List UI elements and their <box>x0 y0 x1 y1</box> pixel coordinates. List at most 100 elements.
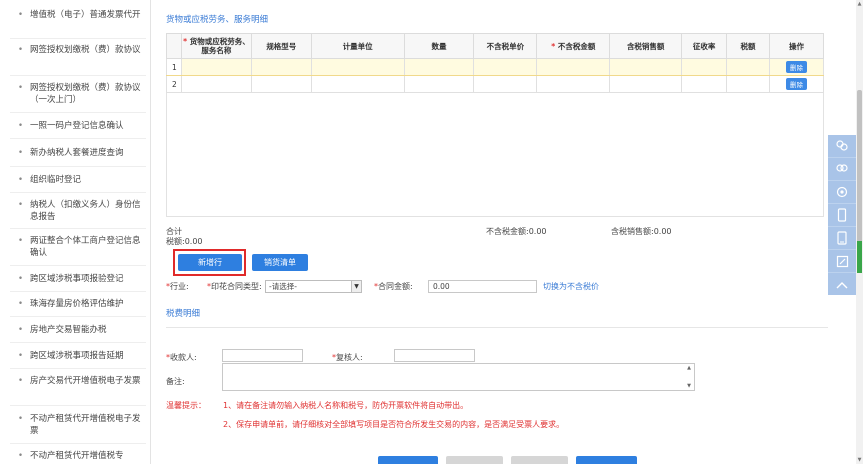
cell-goods-name[interactable] <box>180 58 252 76</box>
cell-spec[interactable] <box>250 58 312 76</box>
industry-label: *行业: <box>166 282 189 291</box>
sidebar-item-online-auth-onsite[interactable]: • 网签授权划缴税（费）款协议（一次上门） <box>0 82 150 106</box>
col-index-header <box>166 33 182 59</box>
col-spec-header: 规格型号 <box>250 33 312 59</box>
sidebar-item-temp-register[interactable]: • 组织临时登记 <box>0 174 150 186</box>
sidebar-item-online-auth[interactable]: • 网签授权划缴税（费）款协议 <box>0 44 150 56</box>
cell-tax[interactable] <box>726 58 770 76</box>
cell-unit[interactable] <box>310 58 405 76</box>
sidebar: • 增值税（电子）普通发票代开 • 网签授权划缴税（费）款协议 • 网签授权划缴… <box>0 0 151 464</box>
cell-unit-price[interactable] <box>473 75 538 93</box>
cell-spec[interactable] <box>250 75 312 93</box>
sidebar-item-zhuhai-valuation[interactable]: • 珠海存量房价格评估维护 <box>0 298 150 310</box>
sidebar-item-label: 房地产交易智能办税 <box>30 325 107 335</box>
sidebar-item-label: 跨区域涉税事项报验登记 <box>30 274 124 284</box>
textarea-scrollbar[interactable]: ▲ ▼ <box>685 365 693 389</box>
side-green-tab[interactable] <box>857 241 862 273</box>
reviewer-input[interactable] <box>394 349 475 362</box>
tablet-icon[interactable] <box>828 227 856 250</box>
sidebar-item-label: 一照一码户登记信息确认 <box>30 121 124 131</box>
scroll-down-arrow-icon[interactable]: ▼ <box>856 456 863 464</box>
main-content: 货物或应税劳务、服务明细 * 货物或应税劳务、服务名称 规格型号 计量单位 数量… <box>152 0 828 464</box>
col-rate-header: 征收率 <box>681 33 728 59</box>
sidebar-item-lease-special-invoice[interactable]: • 不动产租赁代开增值税专 <box>0 450 150 462</box>
cell-action: 删除 <box>768 58 825 76</box>
sidebar-item-label: 不动产租赁代开增值税专 <box>30 451 124 461</box>
payee-input[interactable] <box>222 349 303 362</box>
tax-detail-title: 税费明细 <box>166 309 201 319</box>
col-goods-name-header: * 货物或应税劳务、服务名称 <box>180 33 252 59</box>
col-gross-sales-header: 含税销售额 <box>609 33 683 59</box>
submit-button[interactable] <box>378 456 438 464</box>
page-scrollbar[interactable]: ▲ ▼ <box>856 0 863 464</box>
sidebar-item-label: 网签授权划缴税（费）款协议 <box>30 45 141 55</box>
tip-line-2: 2、保存申请单前，请仔细核对全部填写项目是否符合所发生交易的内容，是否满足受票人… <box>223 420 565 429</box>
sidebar-item-label: 网签授权划缴税（费）款协议（一次上门） <box>30 83 141 105</box>
sidebar-item-license-confirm[interactable]: • 一照一码户登记信息确认 <box>0 120 150 132</box>
cell-quantity[interactable] <box>403 58 475 76</box>
cell-tax[interactable] <box>726 75 770 93</box>
col-quantity-header: 数量 <box>403 33 475 59</box>
contract-type-select[interactable]: -请选择- ▼ <box>265 280 362 293</box>
divider <box>166 327 828 328</box>
user-group-icon[interactable] <box>828 135 856 158</box>
float-tool-panel <box>828 135 856 295</box>
remark-textarea[interactable]: ▲ ▼ <box>222 363 695 391</box>
convert-to-net-link[interactable]: 切换为不含税价 <box>543 281 599 292</box>
edit-icon[interactable] <box>828 250 856 273</box>
delete-row-button[interactable]: 删除 <box>785 61 807 73</box>
cell-net-amount[interactable] <box>536 75 611 93</box>
scroll-up-arrow-icon[interactable]: ▲ <box>856 0 863 8</box>
sidebar-item-real-estate-tax[interactable]: • 房地产交易智能办税 <box>0 324 150 336</box>
payee-label: *收款人: <box>166 353 197 362</box>
sidebar-item-identity-report[interactable]: • 纳税人（扣缴义务人）身份信息报告 <box>0 199 150 223</box>
sidebar-item-property-e-invoice[interactable]: • 房产交易代开增值税电子发票 <box>0 375 150 387</box>
row-index: 1 <box>166 58 182 76</box>
cell-rate[interactable] <box>681 58 728 76</box>
sidebar-item-label: 组织临时登记 <box>30 175 82 185</box>
sidebar-item-label: 增值税（电子）普通发票代开 <box>30 10 141 20</box>
sidebar-item-lease-e-invoice[interactable]: • 不动产租赁代开增值税电子发票 <box>0 413 150 437</box>
goods-table: * 货物或应税劳务、服务名称 规格型号 计量单位 数量 不含税单价 * 不含税金… <box>166 33 825 93</box>
sidebar-item-package-progress[interactable]: • 新办纳税人套餐进度查询 <box>0 147 150 159</box>
cell-net-amount[interactable] <box>536 58 611 76</box>
secondary-button[interactable] <box>446 456 503 464</box>
delete-row-button[interactable]: 删除 <box>785 78 807 90</box>
cell-gross-sales[interactable] <box>609 75 683 93</box>
sidebar-item-cross-region-extend[interactable]: • 跨区域涉税事项报告延期 <box>0 350 150 362</box>
tip-line-1: 1、请在备注请勿输入纳税人名称和税号，防伪开票软件将自动带出。 <box>223 401 469 410</box>
col-tax-header: 税额 <box>726 33 770 59</box>
col-action-header: 操作 <box>768 33 825 59</box>
col-net-amount-header: * 不含税金额 <box>536 33 611 59</box>
user-group-icon[interactable] <box>828 158 856 181</box>
sidebar-item-label: 不动产租赁代开增值税电子发票 <box>30 414 141 436</box>
gross-sales-total: 含税销售额:0.00 <box>611 227 672 236</box>
chevron-up-icon[interactable] <box>828 273 856 296</box>
col-unit-header: 计量单位 <box>310 33 405 59</box>
cell-unit[interactable] <box>310 75 405 93</box>
cell-goods-name[interactable] <box>180 75 252 93</box>
primary-button[interactable] <box>576 456 637 464</box>
reviewer-label: *复核人: <box>332 353 363 362</box>
contract-type-label: *印花合同类型: <box>207 282 262 291</box>
table-row: 1 删除 <box>166 58 825 76</box>
cell-gross-sales[interactable] <box>609 58 683 76</box>
sidebar-item-cross-region-register[interactable]: • 跨区域涉税事项报验登记 <box>0 273 150 285</box>
sidebar-item-sole-proprietor[interactable]: • 两证整合个体工商户登记信息确认 <box>0 235 150 259</box>
mobile-icon[interactable] <box>828 204 856 227</box>
row-index: 2 <box>166 75 182 93</box>
contract-amount-input[interactable]: 0.00 <box>428 280 537 293</box>
sidebar-item-vat-e-invoice[interactable]: • 增值税（电子）普通发票代开 <box>0 9 150 21</box>
cell-rate[interactable] <box>681 75 728 93</box>
goods-section-title: 货物或应税劳务、服务明细 <box>166 15 269 25</box>
user-settings-icon[interactable] <box>828 181 856 204</box>
sidebar-item-label: 两证整合个体工商户登记信息确认 <box>30 236 141 258</box>
sidebar-item-label: 跨区域涉税事项报告延期 <box>30 351 124 361</box>
remark-label: 备注: <box>166 377 185 386</box>
cell-unit-price[interactable] <box>473 58 538 76</box>
sidebar-item-label: 房产交易代开增值税电子发票 <box>30 376 141 386</box>
cell-quantity[interactable] <box>403 75 475 93</box>
secondary-button[interactable] <box>511 456 568 464</box>
sales-list-button[interactable]: 销货清单 <box>252 254 308 271</box>
tax-total: 税额:0.00 <box>166 237 203 246</box>
